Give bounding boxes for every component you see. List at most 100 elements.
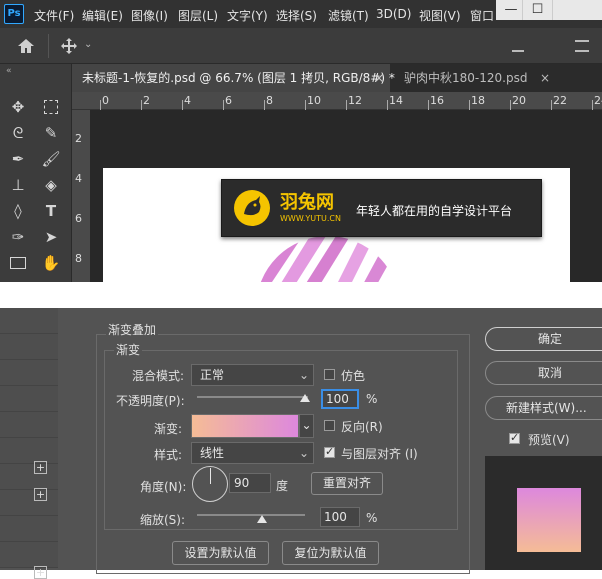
menu-layer[interactable]: 图层(L)	[178, 7, 218, 24]
style-list-row[interactable]	[0, 412, 58, 438]
angle-dial[interactable]	[192, 466, 228, 502]
type-tool-icon[interactable]: T	[40, 200, 62, 222]
paint-bucket-icon[interactable]: ◊	[7, 200, 29, 222]
move-tool-icon[interactable]	[60, 37, 80, 55]
ruler-tick	[428, 100, 429, 110]
ruler-tick	[346, 100, 347, 110]
menu-filter[interactable]: 滤镜(T)	[328, 7, 369, 24]
pen-tool-icon[interactable]: ✑	[7, 226, 29, 248]
hand-tool-icon[interactable]: ✋	[40, 252, 62, 274]
add-style-icon[interactable]: +	[34, 566, 47, 579]
style-list-row[interactable]	[0, 490, 58, 516]
angle-unit: 度	[276, 479, 289, 493]
dither-checkbox[interactable]	[324, 369, 335, 380]
menu-type[interactable]: 文字(Y)	[227, 7, 268, 24]
ruler-tick-label: 8	[266, 94, 273, 107]
style-list-row[interactable]	[0, 542, 58, 568]
toolbar: « ✥ ᘓ ✎ ✒ 🖌 ⊥ ◈ ◊ T ✑ ➤ ✋	[0, 64, 72, 282]
eyedropper-icon[interactable]: ✒	[7, 148, 29, 170]
close-tab-icon[interactable]: ×	[374, 64, 384, 92]
angle-label: 角度(N):	[140, 480, 187, 494]
style-select[interactable]: 线性 ⌄	[191, 442, 314, 464]
scale-input[interactable]: 100	[320, 507, 360, 527]
align-with-layer-checkbox[interactable]	[324, 445, 335, 458]
menu-bar: Ps 文件(F) 编辑(E) 图像(I) 图层(L) 文字(Y) 选择(S) 滤…	[0, 0, 602, 28]
preview-checkbox[interactable]	[509, 431, 520, 444]
menu-image[interactable]: 图像(I)	[131, 7, 168, 24]
new-style-button[interactable]: 新建样式(W)...	[485, 396, 602, 420]
scale-slider-track[interactable]	[197, 514, 305, 516]
marquee-tool-icon[interactable]	[40, 96, 62, 118]
ruler-tick-label: 20	[512, 94, 526, 107]
add-style-icon[interactable]: +	[34, 461, 47, 474]
cancel-button[interactable]: 取消	[485, 361, 602, 385]
document-tabs: 未标题-1-恢复的.psd @ 66.7% (图层 1 拷贝, RGB/8#) …	[72, 64, 602, 92]
style-list-row[interactable]	[0, 516, 58, 542]
ruler-tick-label: 10	[307, 94, 321, 107]
menu-edit[interactable]: 编辑(E)	[82, 7, 123, 24]
close-tab-icon[interactable]: ×	[540, 64, 550, 92]
opacity-slider-track[interactable]	[197, 396, 308, 398]
rectangle-tool-icon[interactable]	[7, 252, 29, 274]
brand-name: 羽兔网	[280, 192, 334, 213]
ruler-tick-label: 2	[143, 94, 150, 107]
style-list-row[interactable]	[0, 360, 58, 386]
brand-url: WWW.YUTU.CN	[280, 214, 341, 223]
tab-document-1[interactable]: 未标题-1-恢复的.psd @ 66.7% (图层 1 拷贝, RGB/8#) …	[72, 64, 395, 92]
reset-to-default-button[interactable]: 复位为默认值	[282, 541, 379, 565]
scale-slider-thumb[interactable]	[256, 515, 267, 523]
ok-button[interactable]: 确定	[485, 327, 602, 351]
tab-document-2[interactable]: 驴肉中秋180-120.psd ×	[394, 64, 554, 92]
lasso-tool-icon[interactable]: ᘓ	[7, 122, 29, 144]
slogan: 年轻人都在用的自学设计平台	[356, 204, 513, 218]
reverse-label: 反向(R)	[341, 420, 383, 434]
chevron-down-icon: ⌄	[301, 418, 312, 432]
reset-alignment-button[interactable]: 重置对齐	[311, 472, 383, 495]
add-style-icon[interactable]: +	[34, 488, 47, 501]
home-icon[interactable]	[16, 37, 38, 55]
menu-view[interactable]: 视图(V)	[419, 7, 461, 24]
move-tool-icon[interactable]: ✥	[7, 96, 29, 118]
gradient-dropdown[interactable]: ⌄	[299, 414, 314, 438]
chevron-down-icon: ⌄	[298, 446, 309, 460]
ruler-tick	[551, 100, 552, 110]
angle-input[interactable]: 90	[229, 473, 271, 493]
eraser-tool-icon[interactable]: ◈	[40, 174, 62, 196]
reverse-checkbox[interactable]	[324, 420, 335, 431]
style-list-row[interactable]	[0, 334, 58, 360]
tab-label: 驴肉中秋180-120.psd	[404, 71, 528, 85]
panel-menu-icon[interactable]	[575, 40, 589, 52]
opacity-slider-thumb[interactable]	[300, 394, 310, 402]
horizontal-ruler: 024681012141618202224	[72, 92, 602, 110]
menu-3d[interactable]: 3D(D)	[376, 7, 411, 21]
stamp-tool-icon[interactable]: ⊥	[7, 174, 29, 196]
chevron-down-icon: ⌄	[298, 368, 309, 382]
style-list-row[interactable]	[0, 386, 58, 412]
opacity-input[interactable]: 100	[321, 389, 359, 409]
menu-window[interactable]: 窗口	[470, 7, 494, 24]
gradient-picker[interactable]	[191, 414, 299, 438]
selection-arrow-icon[interactable]: ➤	[40, 226, 62, 248]
section-title: 渐变叠加	[106, 321, 159, 338]
close-window-button[interactable]	[552, 0, 602, 20]
blend-mode-label: 混合模式:	[132, 369, 185, 383]
align-with-layer-label: 与图层对齐 (I)	[341, 447, 418, 461]
chevron-down-icon[interactable]: ⌄	[84, 39, 92, 50]
magic-wand-icon[interactable]: ✎	[40, 122, 62, 144]
maximize-button[interactable]: ☐	[522, 0, 552, 20]
blend-mode-select[interactable]: 正常 ⌄	[191, 364, 314, 386]
style-list-row[interactable]	[0, 438, 58, 464]
ruler-tick-label: 8	[75, 252, 82, 265]
style-list-row[interactable]	[0, 308, 58, 334]
menu-file[interactable]: 文件(F)	[34, 7, 74, 24]
opacity-label: 不透明度(P):	[116, 394, 185, 408]
style-list-row[interactable]	[0, 464, 58, 490]
set-as-default-button[interactable]: 设置为默认值	[172, 541, 269, 565]
brush-tool-icon[interactable]: 🖌	[40, 148, 62, 170]
angle-dial-needle	[210, 468, 211, 484]
ruler-tick-label: 18	[471, 94, 485, 107]
menu-select[interactable]: 选择(S)	[276, 7, 317, 24]
collapse-icon[interactable]	[512, 50, 524, 52]
group-title: 渐变	[114, 341, 143, 358]
collapse-toolbar-icon[interactable]: «	[6, 66, 12, 76]
